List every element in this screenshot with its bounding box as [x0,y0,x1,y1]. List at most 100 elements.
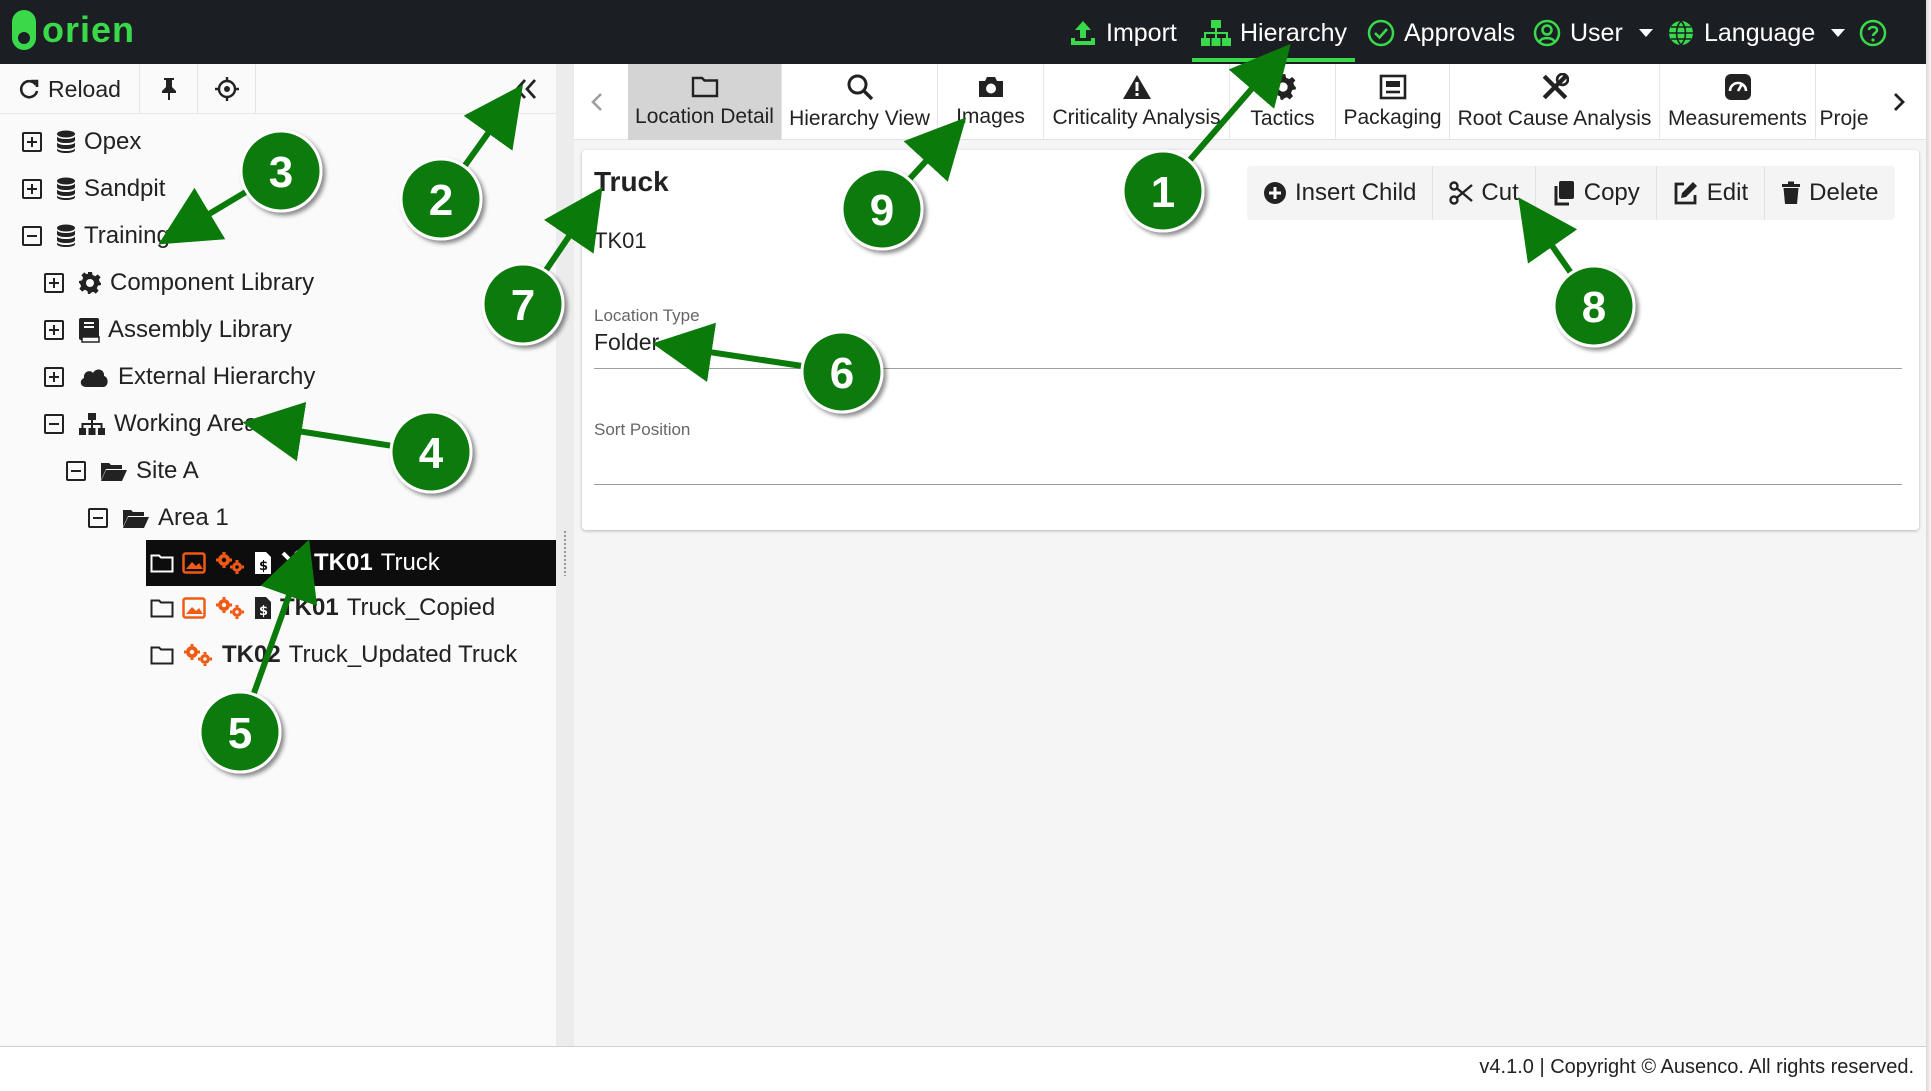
tab-scroll-right-button[interactable] [1872,64,1926,140]
top-navbar: orien Import Hierarchy Approvals User La… [0,0,1926,64]
tab-scroll-left-button[interactable] [574,64,620,140]
search-icon [847,74,873,101]
delete-label: Delete [1809,179,1879,206]
crosshairs-icon [214,77,239,101]
expand-icon[interactable] [44,320,64,340]
tab-packaging[interactable]: Packaging [1336,64,1450,140]
user-circle-icon [1533,19,1561,47]
tab-criticality-analysis[interactable]: Criticality Analysis [1044,64,1230,140]
footer: v4.1.0 | Copyright © Ausenco. All rights… [0,1046,1926,1091]
image-icon [182,552,206,574]
expand-icon[interactable] [22,179,42,199]
tree-panel: Reload Opex Sandpit Training Component L… [0,64,556,1046]
collapse-icon[interactable] [66,461,86,481]
tree-node-area-1[interactable]: Area 1 [88,498,229,538]
trash-icon [1782,181,1801,204]
expand-icon[interactable] [22,132,42,152]
nav-import[interactable]: Import [1068,10,1177,56]
copyright-text: v4.1.0 | Copyright © Ausenco. All rights… [1479,1056,1914,1078]
tab-label: Root Cause Analysis [1457,107,1652,130]
tree-node-opex[interactable]: Opex [22,122,141,162]
tree-item-name: Truck [380,549,440,576]
tab-label: Tactics [1250,107,1315,130]
nav-help[interactable] [1858,10,1888,56]
tree-label: Component Library [110,269,315,296]
tree-item-name: Truck_Updated Truck [288,641,518,668]
tab-projects[interactable]: Proje [1816,64,1872,140]
tree-node-component-library[interactable]: Component Library [44,263,314,303]
collapse-panel-button[interactable] [498,64,554,114]
insert-child-label: Insert Child [1295,179,1417,206]
gauge-icon [1724,74,1751,100]
location-type-label: Location Type [594,306,700,325]
package-icon [1379,74,1406,100]
delete-button[interactable]: Delete [1765,166,1894,220]
tree-node-tk01-truck[interactable]: $ TK01 Truck [146,540,556,586]
copy-button[interactable]: Copy [1536,166,1657,220]
tab-label: Criticality Analysis [1052,106,1221,129]
nav-hierarchy-label: Hierarchy [1240,18,1347,47]
tree-node-site-a[interactable]: Site A [66,451,199,491]
cut-button[interactable]: Cut [1433,166,1536,220]
panel-splitter[interactable] [556,64,574,1046]
location-code: TK01 [594,228,647,253]
logo-text: orien [42,9,136,50]
caret-down-icon [1831,29,1846,37]
collapse-icon[interactable] [88,508,108,528]
gears-icon [184,644,212,666]
nav-approvals-label: Approvals [1404,18,1516,47]
tree-node-assembly-library[interactable]: Assembly Library [44,310,292,350]
gear-icon [1269,74,1296,100]
logo-mark [12,10,36,50]
collapse-icon[interactable] [22,226,42,246]
tab-location-detail[interactable]: Location Detail [628,64,782,140]
tree-node-tk02-truck-updated[interactable]: TK02 Truck_Updated Truck [150,635,517,675]
tools-icon [281,550,306,575]
nav-language-dropdown[interactable]: Language [1666,10,1846,56]
svg-text:$: $ [259,604,268,619]
splitter-grip-icon[interactable] [563,530,567,576]
locate-button[interactable] [198,64,256,114]
camera-icon [978,77,1003,97]
edit-button[interactable]: Edit [1657,166,1766,220]
tab-root-cause-analysis[interactable]: Root Cause Analysis [1450,64,1660,140]
tree-node-working-area[interactable]: Working Area [44,404,258,444]
tree-node-sandpit[interactable]: Sandpit [22,169,165,209]
tab-label: Proje [1819,107,1869,130]
tab-hierarchy-view[interactable]: Hierarchy View [782,64,938,140]
tab-label: Packaging [1343,106,1442,129]
tab-images[interactable]: Images [938,64,1044,140]
folder-icon [150,599,174,618]
globe-icon [1669,20,1693,46]
orien-logo[interactable]: orien [12,8,135,52]
reload-button[interactable]: Reload [0,64,140,114]
gear-icon [79,272,101,294]
tree-node-external-hierarchy[interactable]: External Hierarchy [44,357,315,397]
pin-button[interactable] [140,64,198,114]
scissors-icon [1449,181,1474,205]
expand-icon[interactable] [44,273,64,293]
tab-tactics[interactable]: Tactics [1230,64,1336,140]
nav-user-dropdown[interactable]: User [1532,10,1653,56]
refresh-icon [19,79,39,99]
tree-label: Sandpit [84,175,166,202]
warning-triangle-icon [1122,75,1151,99]
location-type-underline [594,368,1902,369]
tree-node-tk01-truck-copied[interactable]: $ TK01 Truck_Copied [150,588,495,628]
location-detail-card: Truck TK01 Insert Child Cut Copy Edit De… [582,150,1919,530]
check-circle-icon [1367,19,1395,47]
tree-label: Assembly Library [108,316,293,343]
expand-icon[interactable] [44,367,64,387]
tab-label: Images [956,105,1025,128]
tab-measurements[interactable]: Measurements [1660,64,1816,140]
sort-position-label: Sort Position [594,420,691,439]
tab-label: Measurements [1668,107,1807,130]
tree-node-training[interactable]: Training [22,216,170,256]
sort-position-underline [594,484,1902,485]
tab-label: Location Detail [635,105,774,128]
collapse-icon[interactable] [44,414,64,434]
insert-child-button[interactable]: Insert Child [1247,166,1434,220]
tree-item-code: TK01 [280,594,339,621]
nav-hierarchy[interactable]: Hierarchy [1192,10,1355,62]
nav-approvals[interactable]: Approvals [1366,10,1515,56]
